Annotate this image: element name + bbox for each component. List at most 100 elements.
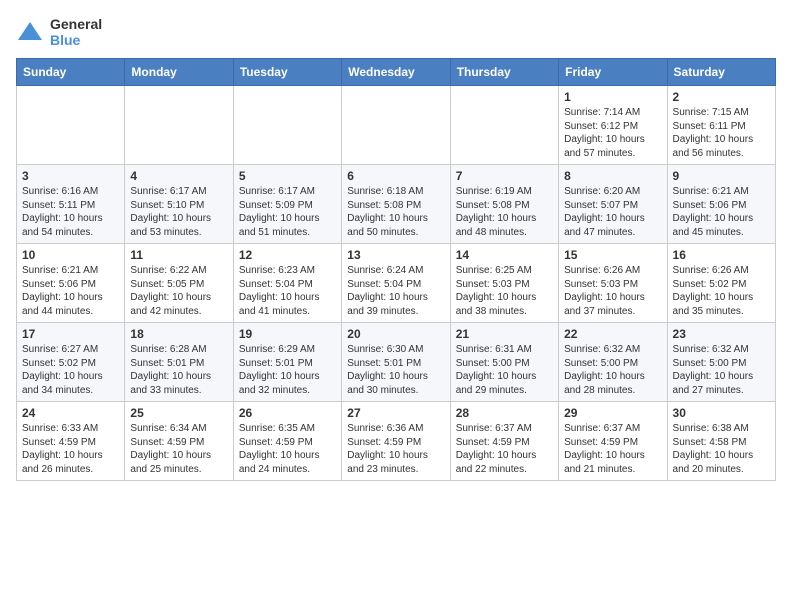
calendar-cell: 25 Sunrise: 6:34 AMSunset: 4:59 PMDayligh…: [125, 402, 233, 481]
day-info: Sunrise: 6:21 AMSunset: 5:06 PMDaylight:…: [673, 185, 770, 239]
day-info: Sunrise: 6:37 AMSunset: 4:59 PMDaylight:…: [456, 422, 553, 476]
calendar-cell: 14Sunrise: 6:25 AMSunset: 5:03 PMDayligh…: [450, 244, 558, 323]
day-info: Sunrise: 6:35 AMSunset: 4:59 PMDaylight:…: [239, 422, 336, 476]
day-number: 16: [673, 248, 770, 262]
day-info: Sunrise: 6:16 AMSunset: 5:11 PMDaylight:…: [22, 185, 119, 239]
day-number: 2: [673, 90, 770, 104]
calendar-week-row: 3Sunrise: 6:16 AMSunset: 5:11 PMDaylight…: [17, 165, 776, 244]
day-info: Sunrise: 6:30 AMSunset: 5:01 PMDaylight:…: [347, 343, 444, 397]
day-info: Sunrise: 6:34 AMSunset: 4:59 PMDaylight:…: [130, 422, 227, 476]
day-info: Sunrise: 6:32 AMSunset: 5:00 PMDaylight:…: [673, 343, 770, 397]
day-number: 27: [347, 406, 444, 420]
day-number: 4: [130, 169, 227, 183]
logo: GeneralBlue General Blue: [16, 16, 108, 48]
day-info: Sunrise: 6:18 AMSunset: 5:08 PMDaylight:…: [347, 185, 444, 239]
day-number: 9: [673, 169, 770, 183]
calendar-cell: 16Sunrise: 6:26 AMSunset: 5:02 PMDayligh…: [667, 244, 775, 323]
calendar-cell: 21 Sunrise: 6:31 AMSunset: 5:00 PMDayligh…: [450, 323, 558, 402]
general-blue-logo-icon: [16, 18, 44, 46]
calendar-cell: 29 Sunrise: 6:37 AMSunset: 4:59 PMDayligh…: [559, 402, 667, 481]
day-info: Sunrise: 7:15 AMSunset: 6:11 PMDaylight:…: [673, 106, 770, 160]
calendar-cell: 20 Sunrise: 6:30 AMSunset: 5:01 PMDayligh…: [342, 323, 450, 402]
day-number: 20: [347, 327, 444, 341]
calendar-cell: [450, 86, 558, 165]
day-of-week-thursday: Thursday: [450, 59, 558, 86]
day-info: Sunrise: 6:36 AMSunset: 4:59 PMDaylight:…: [347, 422, 444, 476]
calendar-cell: 23 Sunrise: 6:32 AMSunset: 5:00 PMDayligh…: [667, 323, 775, 402]
day-number: 12: [239, 248, 336, 262]
calendar-cell: 28Sunrise: 6:37 AMSunset: 4:59 PMDayligh…: [450, 402, 558, 481]
calendar-cell: 8 Sunrise: 6:20 AMSunset: 5:07 PMDaylight…: [559, 165, 667, 244]
day-number: 29: [564, 406, 661, 420]
calendar-cell: 9 Sunrise: 6:21 AMSunset: 5:06 PMDaylight…: [667, 165, 775, 244]
calendar-cell: 30 Sunrise: 6:38 AMSunset: 4:58 PMDayligh…: [667, 402, 775, 481]
calendar-cell: 17Sunrise: 6:27 AMSunset: 5:02 PMDayligh…: [17, 323, 125, 402]
day-info: Sunrise: 6:33 AMSunset: 4:59 PMDaylight:…: [22, 422, 119, 476]
calendar-cell: 26 Sunrise: 6:35 AMSunset: 4:59 PMDayligh…: [233, 402, 341, 481]
calendar-cell: 7 Sunrise: 6:19 AMSunset: 5:08 PMDaylight…: [450, 165, 558, 244]
day-of-week-friday: Friday: [559, 59, 667, 86]
day-number: 6: [347, 169, 444, 183]
day-info: Sunrise: 6:37 AMSunset: 4:59 PMDaylight:…: [564, 422, 661, 476]
calendar-week-row: 24 Sunrise: 6:33 AMSunset: 4:59 PMDayligh…: [17, 402, 776, 481]
day-info: Sunrise: 6:38 AMSunset: 4:58 PMDaylight:…: [673, 422, 770, 476]
day-info: Sunrise: 6:26 AMSunset: 5:03 PMDaylight:…: [564, 264, 661, 318]
calendar-cell: 18 Sunrise: 6:28 AMSunset: 5:01 PMDayligh…: [125, 323, 233, 402]
day-info: Sunrise: 6:20 AMSunset: 5:07 PMDaylight:…: [564, 185, 661, 239]
day-info: Sunrise: 6:17 AMSunset: 5:09 PMDaylight:…: [239, 185, 336, 239]
calendar-cell: [125, 86, 233, 165]
day-number: 1: [564, 90, 661, 104]
calendar-cell: [342, 86, 450, 165]
day-number: 11: [130, 248, 227, 262]
day-number: 21: [456, 327, 553, 341]
calendar-cell: 1 Sunrise: 7:14 AMSunset: 6:12 PMDaylight…: [559, 86, 667, 165]
calendar-cell: 13Sunrise: 6:24 AMSunset: 5:04 PMDayligh…: [342, 244, 450, 323]
day-info: Sunrise: 6:29 AMSunset: 5:01 PMDaylight:…: [239, 343, 336, 397]
day-number: 25: [130, 406, 227, 420]
day-info: Sunrise: 6:22 AMSunset: 5:05 PMDaylight:…: [130, 264, 227, 318]
day-info: Sunrise: 6:24 AMSunset: 5:04 PMDaylight:…: [347, 264, 444, 318]
day-number: 22: [564, 327, 661, 341]
day-info: Sunrise: 6:31 AMSunset: 5:00 PMDaylight:…: [456, 343, 553, 397]
calendar-cell: 10 Sunrise: 6:21 AMSunset: 5:06 PMDayligh…: [17, 244, 125, 323]
calendar-cell: [233, 86, 341, 165]
day-of-week-tuesday: Tuesday: [233, 59, 341, 86]
calendar-cell: 6 Sunrise: 6:18 AMSunset: 5:08 PMDaylight…: [342, 165, 450, 244]
calendar-week-row: 17Sunrise: 6:27 AMSunset: 5:02 PMDayligh…: [17, 323, 776, 402]
calendar-cell: 19Sunrise: 6:29 AMSunset: 5:01 PMDayligh…: [233, 323, 341, 402]
calendar-cell: 11 Sunrise: 6:22 AMSunset: 5:05 PMDayligh…: [125, 244, 233, 323]
day-number: 10: [22, 248, 119, 262]
calendar-cell: 15 Sunrise: 6:26 AMSunset: 5:03 PMDayligh…: [559, 244, 667, 323]
day-number: 15: [564, 248, 661, 262]
calendar-week-row: 1 Sunrise: 7:14 AMSunset: 6:12 PMDaylight…: [17, 86, 776, 165]
day-number: 30: [673, 406, 770, 420]
calendar-cell: 3Sunrise: 6:16 AMSunset: 5:11 PMDaylight…: [17, 165, 125, 244]
logo-wrapper: GeneralBlue: [16, 16, 102, 48]
day-of-week-sunday: Sunday: [17, 59, 125, 86]
day-info: Sunrise: 6:32 AMSunset: 5:00 PMDaylight:…: [564, 343, 661, 397]
day-info: Sunrise: 6:17 AMSunset: 5:10 PMDaylight:…: [130, 185, 227, 239]
day-info: Sunrise: 6:25 AMSunset: 5:03 PMDaylight:…: [456, 264, 553, 318]
day-number: 26: [239, 406, 336, 420]
day-info: Sunrise: 6:28 AMSunset: 5:01 PMDaylight:…: [130, 343, 227, 397]
calendar-cell: 24 Sunrise: 6:33 AMSunset: 4:59 PMDayligh…: [17, 402, 125, 481]
calendar-cell: 4 Sunrise: 6:17 AMSunset: 5:10 PMDaylight…: [125, 165, 233, 244]
day-info: Sunrise: 6:21 AMSunset: 5:06 PMDaylight:…: [22, 264, 119, 318]
calendar-header-row: SundayMondayTuesdayWednesdayThursdayFrid…: [17, 59, 776, 86]
day-info: Sunrise: 7:14 AMSunset: 6:12 PMDaylight:…: [564, 106, 661, 160]
day-info: Sunrise: 6:23 AMSunset: 5:04 PMDaylight:…: [239, 264, 336, 318]
day-number: 23: [673, 327, 770, 341]
day-info: Sunrise: 6:19 AMSunset: 5:08 PMDaylight:…: [456, 185, 553, 239]
day-number: 8: [564, 169, 661, 183]
calendar-table: SundayMondayTuesdayWednesdayThursdayFrid…: [16, 58, 776, 481]
calendar-cell: 22 Sunrise: 6:32 AMSunset: 5:00 PMDayligh…: [559, 323, 667, 402]
day-number: 7: [456, 169, 553, 183]
calendar-cell: 5 Sunrise: 6:17 AMSunset: 5:09 PMDaylight…: [233, 165, 341, 244]
day-of-week-saturday: Saturday: [667, 59, 775, 86]
day-info: Sunrise: 6:27 AMSunset: 5:02 PMDaylight:…: [22, 343, 119, 397]
day-number: 24: [22, 406, 119, 420]
day-number: 5: [239, 169, 336, 183]
page-header: GeneralBlue General Blue: [16, 16, 776, 48]
calendar-cell: 27 Sunrise: 6:36 AMSunset: 4:59 PMDayligh…: [342, 402, 450, 481]
day-number: 18: [130, 327, 227, 341]
